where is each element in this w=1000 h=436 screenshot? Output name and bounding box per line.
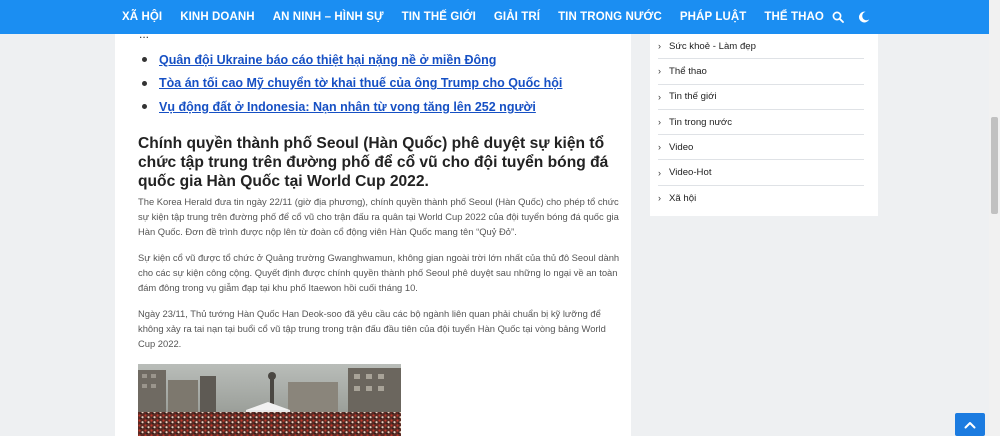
- article-paragraph: Sự kiện cổ vũ được tổ chức ở Quảng trườn…: [138, 252, 620, 293]
- sidebar-item-the-thao[interactable]: › Thể thao: [658, 59, 864, 85]
- sidebar-item-label: Video-Hot: [669, 167, 712, 179]
- chevron-right-icon: ›: [658, 142, 661, 153]
- nav-item-tin-the-gioi[interactable]: Tin thế giới: [402, 11, 476, 23]
- sidebar-item-label: Sức khoẻ - Làm đẹp: [669, 40, 756, 52]
- nav-item-phap-luat[interactable]: Pháp luật: [680, 11, 747, 23]
- list-item: Tòa án tối cao Mỹ chuyển tờ khai thuế củ…: [137, 72, 617, 96]
- related-link[interactable]: Quân đội Ukraine báo cáo thiệt hại nặng …: [159, 53, 496, 67]
- sidebar-item-suc-khoe-lam-dep[interactable]: › Sức khoẻ - Làm đẹp: [658, 34, 864, 60]
- article-content: ... Quân đội Ukraine báo cáo thiệt hại n…: [115, 34, 631, 436]
- related-link[interactable]: Tòa án tối cao Mỹ chuyển tờ khai thuế củ…: [159, 76, 562, 90]
- nav-actions: [818, 0, 870, 34]
- nav-item-an-ninh-hinh-su[interactable]: An ninh – Hình sự: [273, 11, 384, 23]
- sidebar-item-label: Thể thao: [669, 65, 707, 77]
- sidebar-item-video[interactable]: › Video: [658, 135, 864, 161]
- nav-item-xa-hoi[interactable]: Xã hội: [122, 11, 162, 23]
- sidebar-item-label: Video: [669, 141, 694, 153]
- sidebar-item-label: Xã hội: [669, 192, 697, 204]
- list-item: Quân đội Ukraine báo cáo thiệt hại nặng …: [137, 48, 617, 72]
- chevron-right-icon: ›: [658, 41, 661, 52]
- moon-icon[interactable]: [858, 11, 870, 23]
- nav-item-kinh-doanh[interactable]: Kinh doanh: [180, 11, 254, 23]
- cropped-text-line: ...: [139, 34, 150, 41]
- sidebar-item-label: Tin thế giới: [669, 91, 717, 103]
- related-links-list: Quân đội Ukraine báo cáo thiệt hại nặng …: [137, 48, 617, 119]
- top-navbar: Xã hội Kinh doanh An ninh – Hình sự Tin …: [0, 0, 1000, 34]
- chevron-up-icon: [964, 421, 976, 428]
- article-paragraph: Ngày 23/11, Thủ tướng Hàn Quốc Han Deok-…: [138, 308, 606, 349]
- article-photo: [138, 364, 401, 436]
- sidebar-item-xa-hoi[interactable]: › Xã hội: [658, 186, 864, 211]
- related-link[interactable]: Vụ động đất ở Indonesia: Nạn nhân từ von…: [159, 100, 536, 114]
- chevron-right-icon: ›: [658, 193, 661, 204]
- bullet-icon: [142, 104, 147, 110]
- chevron-right-icon: ›: [658, 91, 661, 102]
- chevron-right-icon: ›: [658, 66, 661, 77]
- back-to-top-button[interactable]: [955, 413, 985, 436]
- bullet-icon: [142, 57, 147, 63]
- sidebar-item-video-hot[interactable]: › Video-Hot: [658, 160, 864, 186]
- page-scrollbar[interactable]: [989, 0, 1000, 436]
- list-item: Vụ động đất ở Indonesia: Nạn nhân từ von…: [137, 95, 617, 119]
- search-icon[interactable]: [832, 11, 844, 23]
- article-subheading: Chính quyền thành phố Seoul (Hàn Quốc) p…: [138, 135, 609, 190]
- nav-item-giai-tri[interactable]: Giải trí: [494, 11, 540, 23]
- chevron-right-icon: ›: [658, 117, 661, 128]
- article-paragraph: The Korea Herald đưa tin ngày 22/11 (giờ…: [138, 196, 619, 237]
- sidebar-categories: › Sức khoẻ - Làm đẹp › Thể thao › Tin th…: [650, 34, 878, 216]
- category-list: › Sức khoẻ - Làm đẹp › Thể thao › Tin th…: [658, 34, 864, 211]
- bullet-icon: [142, 80, 147, 86]
- scrollbar-thumb[interactable]: [991, 117, 998, 214]
- nav-item-the-thao[interactable]: Thể thao: [764, 11, 824, 23]
- chevron-right-icon: ›: [658, 167, 661, 178]
- sidebar-item-label: Tin trong nước: [669, 116, 733, 128]
- sidebar-item-tin-trong-nuoc[interactable]: › Tin trong nước: [658, 110, 864, 136]
- nav-item-tin-trong-nuoc[interactable]: Tin trong nước: [558, 11, 662, 23]
- main-menu: Xã hội Kinh doanh An ninh – Hình sự Tin …: [122, 0, 842, 34]
- sidebar-item-tin-the-gioi[interactable]: › Tin thế giới: [658, 85, 864, 110]
